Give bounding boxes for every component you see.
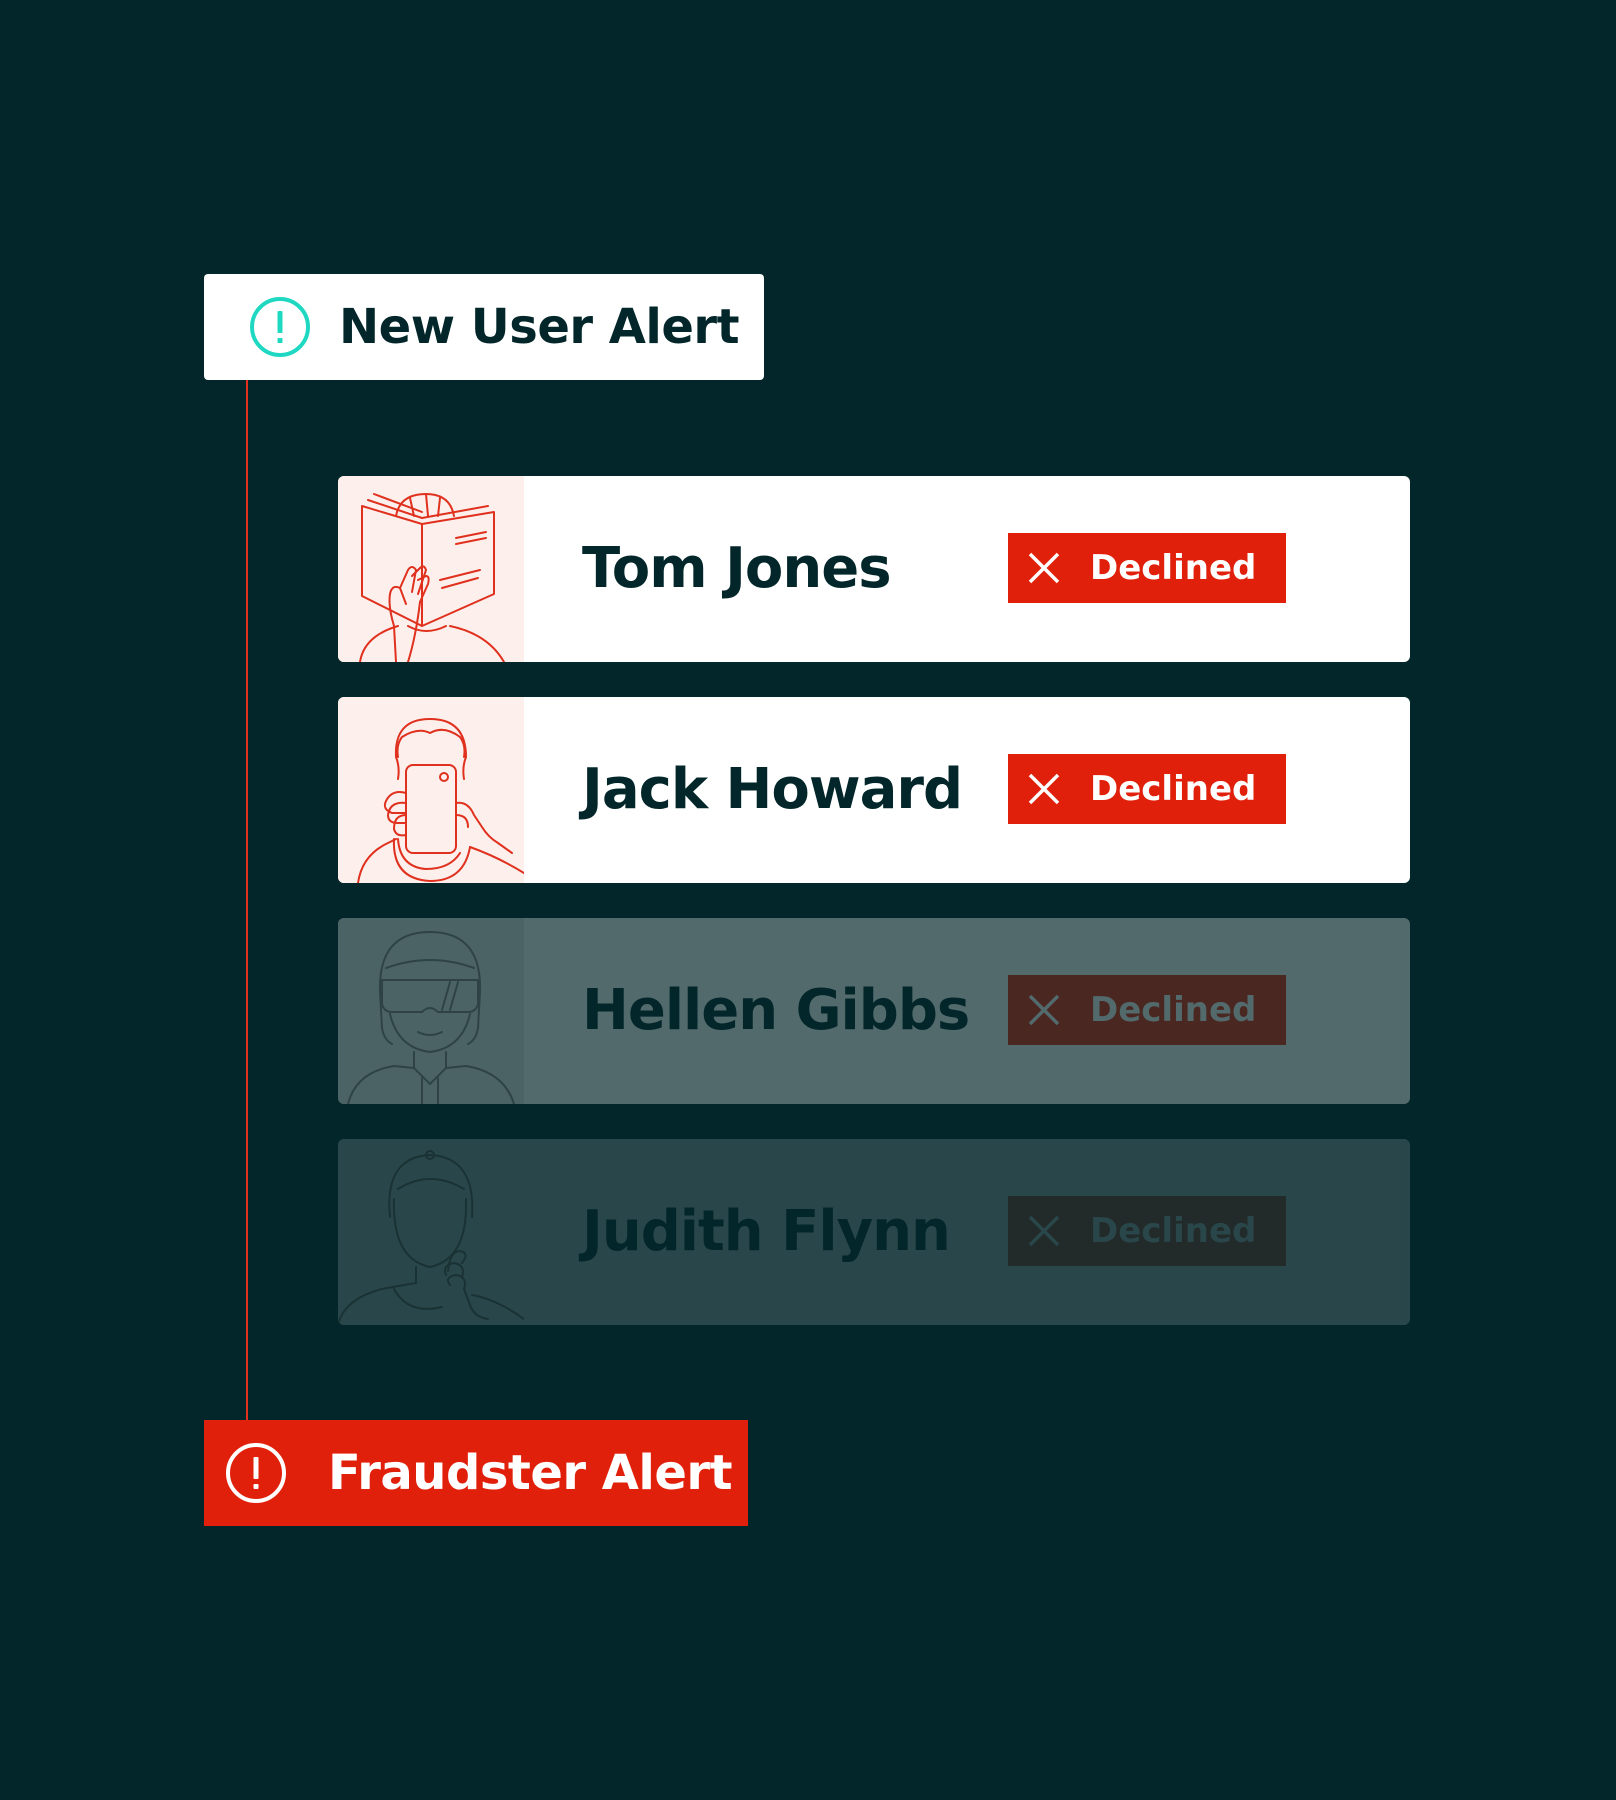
new-user-alert[interactable]: New User Alert [204, 274, 764, 380]
alert-circle-icon [225, 1442, 287, 1504]
user-name: Tom Jones [582, 536, 892, 601]
user-card[interactable]: Jack Howard Declined [338, 697, 1410, 883]
status-label: Declined [1090, 1211, 1257, 1251]
close-icon [1028, 773, 1060, 805]
status-label: Declined [1090, 990, 1257, 1030]
fraudster-alert[interactable]: Fraudster Alert [204, 1420, 748, 1526]
person-thinking-icon [338, 1139, 524, 1325]
close-icon [1028, 994, 1060, 1026]
new-user-alert-title: New User Alert [339, 299, 740, 355]
fraudster-alert-title: Fraudster Alert [328, 1445, 733, 1501]
user-name: Hellen Gibbs [582, 978, 970, 1043]
info-circle-icon [249, 296, 311, 358]
person-reading-book-icon [338, 476, 524, 662]
status-label: Declined [1090, 548, 1257, 588]
user-name: Judith Flynn [582, 1199, 951, 1264]
status-badge: Declined [1008, 975, 1286, 1045]
alert-connector-line [246, 380, 248, 1421]
person-taking-selfie-icon [338, 697, 524, 883]
status-badge: Declined [1008, 754, 1286, 824]
close-icon [1028, 552, 1060, 584]
user-card[interactable]: Hellen Gibbs Declined [338, 918, 1410, 1104]
close-icon [1028, 1215, 1060, 1247]
person-with-helmet-visor-icon [338, 918, 524, 1104]
status-badge: Declined [1008, 533, 1286, 603]
user-name: Jack Howard [582, 757, 963, 822]
user-card[interactable]: Tom Jones Declined [338, 476, 1410, 662]
user-card[interactable]: Judith Flynn Declined [338, 1139, 1410, 1325]
status-badge: Declined [1008, 1196, 1286, 1266]
status-label: Declined [1090, 769, 1257, 809]
